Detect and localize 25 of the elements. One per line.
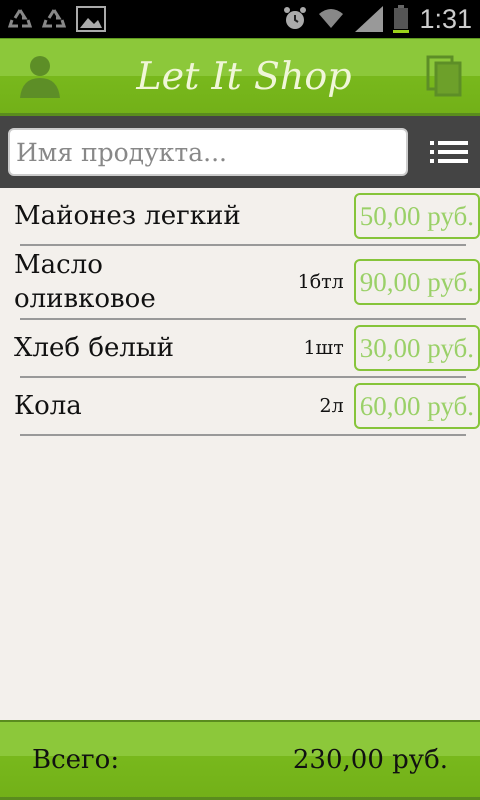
recycle-icon — [42, 8, 66, 30]
alarm-clock-icon — [283, 6, 308, 32]
user-icon[interactable] — [18, 54, 62, 98]
price-button[interactable]: 90,00 руб. — [354, 259, 480, 305]
product-name: Хлеб белый — [14, 332, 174, 365]
product-name: Масло оливковое — [14, 249, 157, 316]
price-button[interactable]: 30,00 руб. — [354, 325, 480, 371]
product-name: Кола — [14, 390, 82, 423]
price-button[interactable]: 60,00 руб. — [354, 383, 480, 429]
total-amount: 230,00 руб. — [292, 744, 448, 774]
list-icon — [430, 141, 468, 163]
image-icon — [76, 6, 106, 32]
product-quantity: 1бтл — [298, 271, 344, 293]
product-name: Майонез легкий — [14, 200, 241, 233]
product-quantity: 2л — [320, 395, 344, 417]
battery-icon — [393, 5, 410, 33]
copy-icon[interactable] — [426, 55, 462, 97]
signal-icon — [355, 6, 384, 32]
app-logo: Let It Shop — [136, 54, 352, 98]
clock-time: 1:31 — [419, 4, 472, 34]
product-quantity: 1шт — [303, 337, 344, 359]
total-label: Всего: — [32, 744, 120, 774]
product-name-field[interactable]: Имя продукта... — [8, 128, 408, 176]
recycle-icon — [8, 8, 32, 30]
price-button[interactable]: 50,00 руб. — [354, 193, 480, 239]
